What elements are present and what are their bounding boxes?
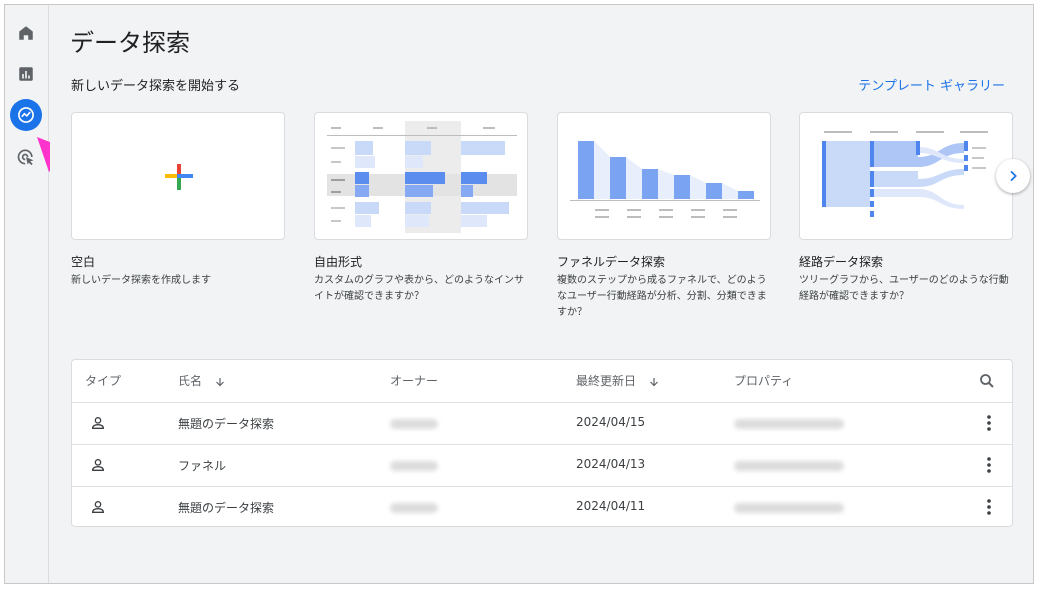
sidebar-item-reports[interactable] (10, 58, 42, 90)
sidebar-nav (5, 5, 49, 583)
template-card-path[interactable] (799, 112, 1013, 240)
column-header-name[interactable]: 氏名 (178, 372, 226, 389)
sidebar-item-explore[interactable] (10, 99, 42, 131)
row-name[interactable]: ファネル (178, 457, 226, 474)
table-row[interactable]: ファネル 2024/04/13 (72, 445, 1012, 486)
redacted-owner (390, 461, 438, 471)
template-gallery-link[interactable]: テンプレート ギャラリー (858, 75, 1005, 94)
redacted-property (734, 503, 844, 513)
row-name[interactable]: 無題のデータ探索 (178, 499, 274, 516)
template-title-path: 経路データ探索 (799, 255, 884, 269)
redacted-owner (390, 503, 438, 513)
template-desc-blank: 新しいデータ探索を作成します (71, 275, 211, 286)
funnel-chart-illustration (570, 141, 760, 218)
person-icon (91, 459, 105, 471)
column-header-property[interactable]: プロパティ (734, 372, 793, 389)
template-title-freeform: 自由形式 (314, 255, 363, 269)
chevron-right-icon (1010, 170, 1017, 182)
column-header-last-modified-label: 最終更新日 (576, 374, 637, 388)
column-header-type[interactable]: タイプ (85, 372, 121, 389)
explorations-table: タイプ 氏名 オーナー 最終更新日 プロパティ 無題のデータ探索 2024/04… (71, 359, 1013, 527)
sort-arrow-down-icon (215, 377, 224, 386)
column-header-owner[interactable]: オーナー (390, 372, 438, 389)
more-vert-icon[interactable] (986, 415, 992, 431)
section-title: 新しいデータ探索を開始する (71, 79, 241, 94)
column-header-name-label: 氏名 (178, 374, 203, 388)
row-last-modified: 2024/04/11 (576, 499, 646, 513)
app-window: データ探索 新しいデータ探索を開始する テンプレート ギャラリー 空白 新しいデ… (4, 4, 1034, 584)
bar-chart-icon (19, 67, 33, 81)
template-title-blank: 空白 (71, 255, 96, 269)
sort-arrow-down-icon (649, 377, 658, 386)
freeform-table-illustration (327, 121, 517, 233)
sidebar-item-home[interactable] (10, 17, 42, 49)
path-tree-illustration (822, 131, 988, 217)
person-icon (91, 417, 105, 429)
template-desc-freeform: カスタムのグラフや表から、どのようなインサイトが確認できますか？ (314, 275, 524, 302)
row-last-modified: 2024/04/15 (576, 415, 646, 429)
redacted-property (734, 419, 844, 429)
person-icon (91, 501, 105, 513)
home-icon (19, 26, 33, 40)
explore-icon (18, 107, 34, 123)
column-header-last-modified[interactable]: 最終更新日 (576, 372, 660, 389)
more-vert-icon[interactable] (986, 457, 992, 473)
redacted-property (734, 461, 844, 471)
table-row[interactable]: 無題のデータ探索 2024/04/15 (72, 403, 1012, 444)
google-plus-icon (165, 164, 193, 190)
redacted-owner (390, 419, 438, 429)
more-vert-icon[interactable] (986, 499, 992, 515)
template-desc-funnel: 複数のステップから成るファネルで、どのようなユーザー行動経路が分析、分割、分類で… (557, 275, 767, 318)
template-card-freeform[interactable] (314, 112, 528, 240)
template-desc-path: ツリーグラフから、ユーザーのどのような行動経路が確認できますか？ (799, 275, 1009, 302)
search-icon[interactable] (978, 372, 996, 390)
table-row[interactable]: 無題のデータ探索 2024/04/11 (72, 487, 1012, 527)
carousel-next-button[interactable] (996, 159, 1030, 193)
template-card-blank[interactable] (71, 112, 285, 240)
row-last-modified: 2024/04/13 (576, 457, 646, 471)
template-card-funnel[interactable] (557, 112, 771, 240)
row-name[interactable]: 無題のデータ探索 (178, 415, 274, 432)
page-title: データ探索 (70, 29, 190, 57)
main-content: データ探索 新しいデータ探索を開始する テンプレート ギャラリー 空白 新しいデ… (50, 5, 1033, 583)
template-title-funnel: ファネルデータ探索 (557, 255, 666, 269)
